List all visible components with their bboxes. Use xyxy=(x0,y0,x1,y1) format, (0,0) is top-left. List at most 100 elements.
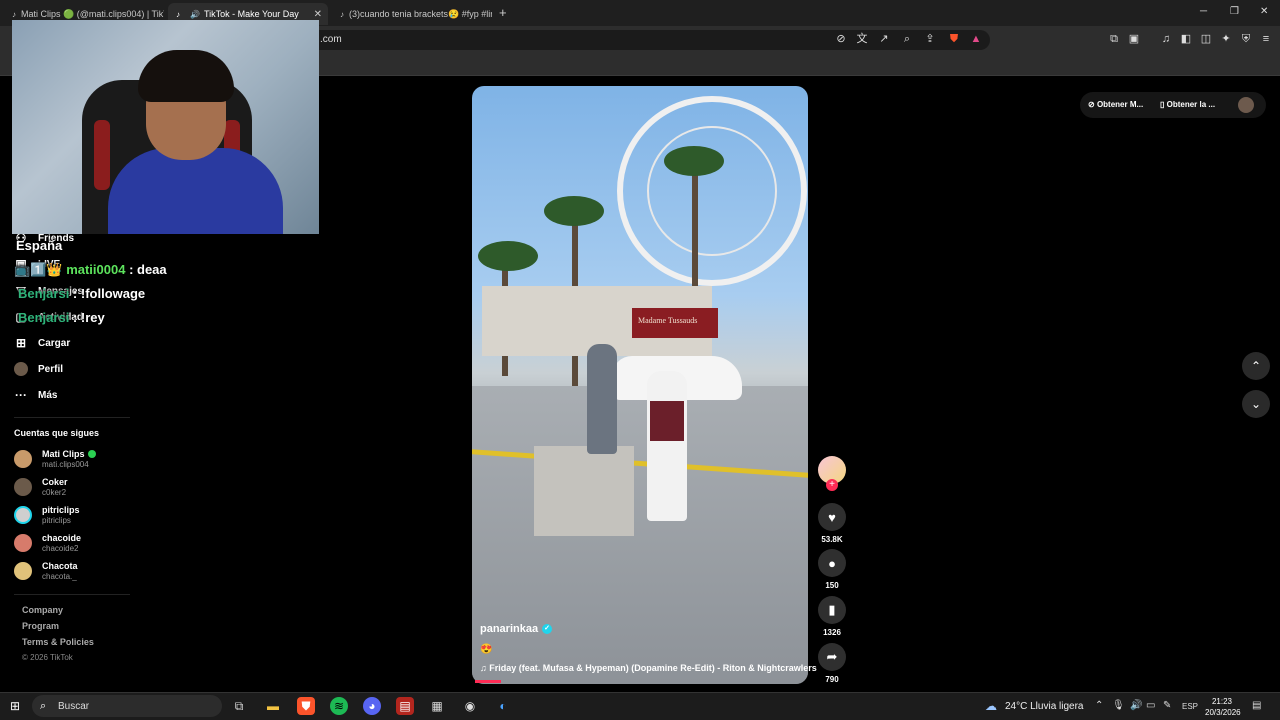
chat-user: matii0004 xyxy=(66,262,126,277)
following-title: Cuentas que sigues xyxy=(14,428,100,438)
follow-plus-icon[interactable]: + xyxy=(826,479,838,491)
video-music[interactable]: ♫ Friday (feat. Mufasa & Hypeman) (Dopam… xyxy=(480,663,817,673)
weather-cloud-icon: ☁ xyxy=(985,699,997,713)
spotify-icon[interactable]: ≋ xyxy=(330,697,348,715)
sidebar-item-upload[interactable]: ⊞ Cargar xyxy=(14,336,70,350)
save-button[interactable]: ▮ 1326 xyxy=(818,596,846,637)
windows-start-icon[interactable]: ⊞ xyxy=(10,700,22,712)
task-view-icon[interactable]: ⧉ xyxy=(230,697,248,715)
weather-text[interactable]: 24°C Lluvia ligera xyxy=(1005,701,1084,712)
footer-company-link[interactable]: Company xyxy=(22,605,63,615)
voicemod-icon[interactable]: ▤ xyxy=(396,697,414,715)
sidebar-item-profile[interactable]: Perfil xyxy=(14,362,63,376)
following-item[interactable]: Chacota chacota._ xyxy=(14,561,78,581)
tray-chevron-icon[interactable]: ⌃ xyxy=(1095,700,1103,711)
comment-button[interactable]: ● 150 xyxy=(818,549,846,590)
music-icon[interactable]: ♫ xyxy=(1160,33,1172,45)
url-text[interactable]: .com xyxy=(320,34,342,45)
child-vest xyxy=(650,401,684,441)
close-window-button[interactable]: ✕ xyxy=(1260,6,1268,17)
museum-sign-text: Madame Tussauds xyxy=(638,316,698,325)
following-item[interactable]: pitriclips pitriclips xyxy=(14,505,80,525)
wallet-icon[interactable]: ▣ xyxy=(1128,33,1140,45)
comment-icon[interactable]: ● xyxy=(818,549,846,577)
obs-icon[interactable]: ◉ xyxy=(461,697,479,715)
live-dot-icon xyxy=(87,450,96,458)
get-app-button-2[interactable]: ▯ Obtener la ... xyxy=(1160,100,1215,109)
extensions-icon[interactable]: ⧉ xyxy=(1108,33,1120,45)
sidebar-item-label: Perfil xyxy=(38,363,64,375)
pen-icon[interactable]: ✎ xyxy=(1163,700,1171,711)
file-explorer-icon[interactable]: ▬ xyxy=(264,697,282,715)
stream-location: España xyxy=(16,238,63,253)
network-icon[interactable]: ▭ xyxy=(1146,700,1155,711)
sidebar-toggle-icon[interactable]: ◧ xyxy=(1180,33,1192,45)
tab-brackets[interactable]: ♪ (3)cuando tenia brackets😢 #fyp #lin xyxy=(332,3,492,25)
chat-badges: 📺1️⃣👑 xyxy=(14,262,63,277)
get-app-button[interactable]: ⊘ Obtener M... xyxy=(1088,100,1143,109)
tiktok-icon: ♪ xyxy=(12,9,16,19)
leo-ai-icon[interactable]: ✦ xyxy=(1220,33,1232,45)
vpn-icon[interactable]: ⛨ xyxy=(1240,33,1252,45)
heart-icon[interactable]: ♥ xyxy=(818,503,846,531)
language-indicator[interactable]: ESP xyxy=(1182,702,1198,711)
discord-icon[interactable]: ◕ xyxy=(363,697,381,715)
chat-message: : !rey xyxy=(69,310,105,325)
author-name[interactable]: panarinkaa xyxy=(480,623,538,635)
bookmark-icon[interactable]: ▮ xyxy=(818,596,846,624)
previous-video-button[interactable]: ⌃ xyxy=(1242,352,1270,380)
share-arrow-icon[interactable]: ➦ xyxy=(818,643,846,671)
chat-line: 📺1️⃣👑 matii0004 : deaa xyxy=(14,262,167,278)
volume-icon[interactable]: 🔊 xyxy=(1130,700,1142,711)
chat-user: Benjarsi xyxy=(18,286,70,301)
tab-title: Mati Clips 🟢 (@mati.clips004) | TikTo xyxy=(21,8,164,19)
translate-icon[interactable]: 文 xyxy=(856,33,868,45)
sidebar-divider xyxy=(14,594,130,595)
no-tracking-icon[interactable]: ⊘ xyxy=(835,33,847,45)
clock-date: 20/3/2026 xyxy=(1205,708,1241,717)
avatar xyxy=(14,534,32,552)
profile-icon xyxy=(14,362,28,376)
open-external-icon[interactable]: ↗ xyxy=(878,33,890,45)
more-icon: ··· xyxy=(15,388,27,402)
app-icon[interactable]: ▦ xyxy=(428,697,446,715)
share-icon[interactable]: ⇪ xyxy=(924,33,936,45)
microphone-icon[interactable]: 🎙 xyxy=(1112,700,1125,711)
video-progress-bar[interactable] xyxy=(475,680,501,683)
copyright: © 2026 TikTok xyxy=(22,653,73,662)
comment-count: 150 xyxy=(825,581,839,590)
chevron-down-icon: ⌄ xyxy=(1250,397,1262,411)
footer-program-link[interactable]: Program xyxy=(22,621,59,631)
following-item[interactable]: chacoide chacoide2 xyxy=(14,533,81,553)
system-clock[interactable]: 21:23 20/3/2026 xyxy=(1205,696,1241,718)
footer-terms-link[interactable]: Terms & Policies xyxy=(22,637,94,647)
close-tab-icon[interactable]: ✕ xyxy=(314,9,322,20)
share-button[interactable]: ➦ 790 xyxy=(818,643,846,684)
brave-rewards-icon[interactable]: ▲ xyxy=(970,33,982,45)
app-c-icon[interactable]: ◐ xyxy=(494,697,512,715)
restore-button[interactable]: ❐ xyxy=(1230,6,1239,17)
upload-icon: ⊞ xyxy=(15,336,27,350)
next-video-button[interactable]: ⌄ xyxy=(1242,390,1270,418)
video-player[interactable]: Madame Tussauds xyxy=(472,86,808,684)
user-avatar[interactable] xyxy=(1238,97,1254,113)
like-button[interactable]: ♥ 53.8K xyxy=(818,503,846,544)
brave-shield-icon[interactable]: ⛊ xyxy=(948,33,960,45)
video-author[interactable]: panarinkaa ✓ xyxy=(480,623,553,635)
menu-icon[interactable]: ≡ xyxy=(1260,33,1272,45)
notifications-icon[interactable]: ▤ xyxy=(1252,700,1261,711)
following-item[interactable]: Mati Clips mati.clips004 xyxy=(14,449,96,469)
following-item[interactable]: Coker c0ker2 xyxy=(14,477,68,497)
chat-line: Benjarsi : !rey xyxy=(18,310,105,325)
wallet2-icon[interactable]: ◫ xyxy=(1200,33,1212,45)
sidebar-item-more[interactable]: ··· Más xyxy=(14,388,57,402)
tiktok-icon: ♪ xyxy=(340,9,344,19)
new-tab-button[interactable]: + xyxy=(499,5,507,20)
brave-browser-icon[interactable]: ⛊ xyxy=(297,697,315,715)
like-count: 53.8K xyxy=(821,535,843,544)
child-figure xyxy=(647,371,687,521)
avatar xyxy=(14,478,32,496)
zoom-icon[interactable]: ⌕ xyxy=(901,33,913,45)
save-count: 1326 xyxy=(823,628,841,637)
minimize-button[interactable]: ─ xyxy=(1200,6,1207,17)
